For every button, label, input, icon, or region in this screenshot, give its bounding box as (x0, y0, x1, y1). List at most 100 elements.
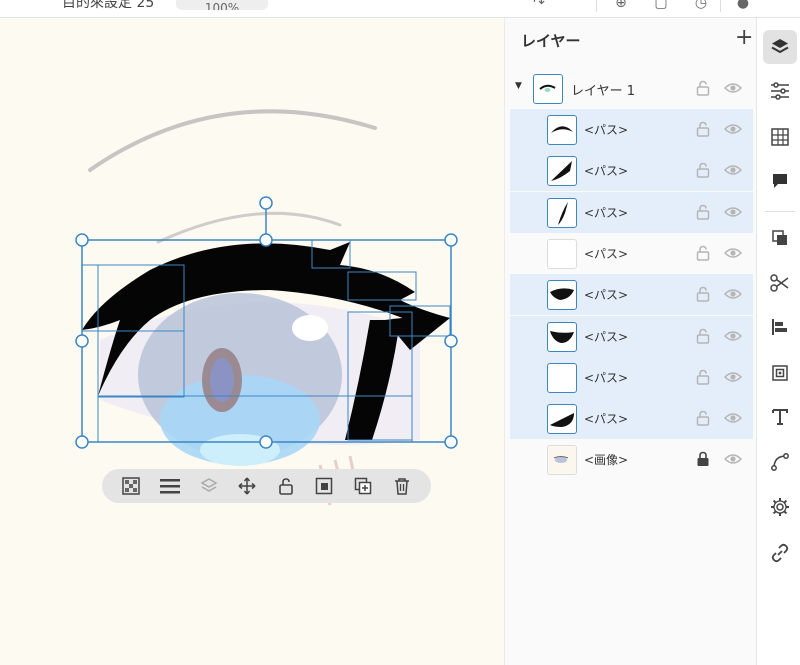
layer-row[interactable]: <パス> (510, 398, 753, 440)
align-left-icon[interactable] (763, 310, 797, 344)
layer-thumbnail (547, 321, 577, 352)
divider (765, 211, 795, 212)
visibility-eye-icon[interactable] (723, 286, 743, 302)
layer-name: <パス> (584, 288, 629, 303)
visibility-eye-icon[interactable] (723, 369, 743, 385)
resize-handle-b[interactable] (259, 435, 273, 449)
layers-icon[interactable] (763, 30, 797, 64)
visibility-eye-icon[interactable] (723, 121, 743, 137)
move-icon[interactable] (235, 474, 259, 498)
brow-line (88, 109, 377, 172)
selection-toolbar (102, 469, 431, 503)
resize-handle-tl[interactable] (75, 233, 89, 247)
collapse-triangle-icon[interactable]: ▼ (515, 81, 522, 91)
rotate-handle[interactable] (259, 196, 273, 210)
visibility-eye-icon[interactable] (723, 451, 743, 467)
divider (596, 0, 597, 12)
visibility-eye-icon[interactable] (723, 162, 743, 178)
add-page-icon[interactable]: ⊕ (612, 0, 630, 12)
pen-path-icon[interactable] (763, 445, 797, 479)
duplicate-icon[interactable] (351, 474, 375, 498)
layer-group-name: レイヤー 1 (571, 84, 636, 99)
share-icon[interactable]: ● (734, 0, 752, 12)
layer-thumbnail (547, 238, 577, 269)
layer-thumbnail (547, 362, 577, 393)
unlock-icon[interactable] (696, 369, 712, 385)
resize-handle-bl[interactable] (75, 435, 89, 449)
sliders-icon[interactable] (763, 74, 797, 108)
visibility-eye-icon[interactable] (723, 204, 743, 220)
artwork (75, 109, 458, 506)
visibility-eye-icon[interactable] (723, 245, 743, 261)
pupil-inner (210, 358, 234, 402)
trash-icon[interactable] (390, 474, 414, 498)
layer-name: <パス> (584, 246, 629, 261)
layer-row[interactable]: <パス> (510, 109, 753, 150)
zoom-dropdown[interactable]: 100% (176, 0, 268, 10)
layer-row[interactable]: <パス> (510, 274, 753, 316)
resize-handle-br[interactable] (444, 435, 458, 449)
resize-handle-tr[interactable] (444, 233, 458, 247)
tool-rail (756, 18, 800, 665)
layer-thumbnail (547, 115, 577, 145)
layer-group-thumbnail (533, 74, 563, 104)
lock-icon[interactable] (696, 451, 712, 467)
comment-icon[interactable] (763, 164, 797, 198)
layer-thumbnail (547, 197, 577, 228)
redo-icon[interactable]: ↷ (530, 0, 548, 12)
text-icon[interactable] (763, 400, 797, 434)
resize-handle-t[interactable] (259, 233, 273, 247)
align-icon[interactable] (158, 474, 182, 498)
unlock-icon[interactable] (696, 245, 712, 261)
drawing-canvas[interactable] (0, 18, 504, 665)
link-icon[interactable] (763, 536, 797, 570)
crop-icon[interactable] (763, 356, 797, 390)
layer-name: <パス> (584, 123, 629, 137)
history-icon[interactable]: ◷ (692, 0, 710, 12)
visibility-eye-icon[interactable] (723, 80, 743, 96)
resize-handle-l[interactable] (75, 334, 89, 348)
layers-panel: レイヤー + ▼ レイヤー 1 <パス> <パス> <パス> <パス> <パス> <パス>… (504, 18, 756, 665)
unlock-icon[interactable] (696, 80, 712, 96)
layer-name: <画像> (584, 453, 629, 468)
combine-icon[interactable] (763, 221, 797, 255)
top-bar: 目的來設定 25 100% ↷ ⊕ ▢ ◷ ● (0, 0, 800, 18)
document-title: 目的來設定 25 (62, 0, 155, 11)
eye-sparkle (292, 315, 328, 341)
layer-name: <パス> (584, 164, 629, 179)
unlock-icon[interactable] (696, 162, 712, 179)
layer-name: <パス> (584, 205, 629, 220)
scissors-icon[interactable] (763, 266, 797, 300)
unlock-icon[interactable] (696, 410, 712, 426)
ruler-grid-icon[interactable] (763, 120, 797, 154)
layer-thumbnail (547, 156, 577, 187)
visibility-eye-icon[interactable] (723, 410, 743, 426)
divider (720, 0, 721, 12)
unlock-icon[interactable] (696, 204, 712, 220)
layer-row[interactable]: <画像> (510, 439, 753, 480)
layer-row[interactable]: <パス> (510, 356, 753, 398)
layer-thumbnail (547, 280, 577, 311)
layer-thumbnail (547, 445, 577, 476)
layer-row[interactable]: <パス> (510, 150, 753, 192)
add-layer-button[interactable]: + (735, 26, 753, 50)
visibility-eye-icon[interactable] (723, 328, 743, 344)
export-icon[interactable]: ▢ (652, 0, 670, 12)
arrange-icon[interactable] (312, 474, 336, 498)
unlock-icon[interactable] (696, 286, 712, 302)
resize-handle-r[interactable] (444, 334, 458, 348)
checker-icon[interactable] (119, 474, 143, 498)
layer-group-row[interactable]: ▼ レイヤー 1 (509, 68, 757, 109)
unlock-icon[interactable] (696, 121, 712, 137)
layer-name: <パス> (584, 329, 629, 344)
unlock-icon[interactable] (274, 474, 298, 498)
layer-name: <パス> (584, 412, 629, 427)
layers-icon[interactable] (197, 474, 221, 498)
layer-row[interactable]: <パス> (510, 233, 753, 274)
crease-line (156, 211, 342, 244)
unlock-icon[interactable] (696, 328, 712, 344)
layer-row[interactable]: <パス> (510, 191, 753, 233)
layer-thumbnail (547, 404, 577, 435)
gear-icon[interactable] (763, 490, 797, 524)
layer-row[interactable]: <パス> (510, 315, 753, 357)
